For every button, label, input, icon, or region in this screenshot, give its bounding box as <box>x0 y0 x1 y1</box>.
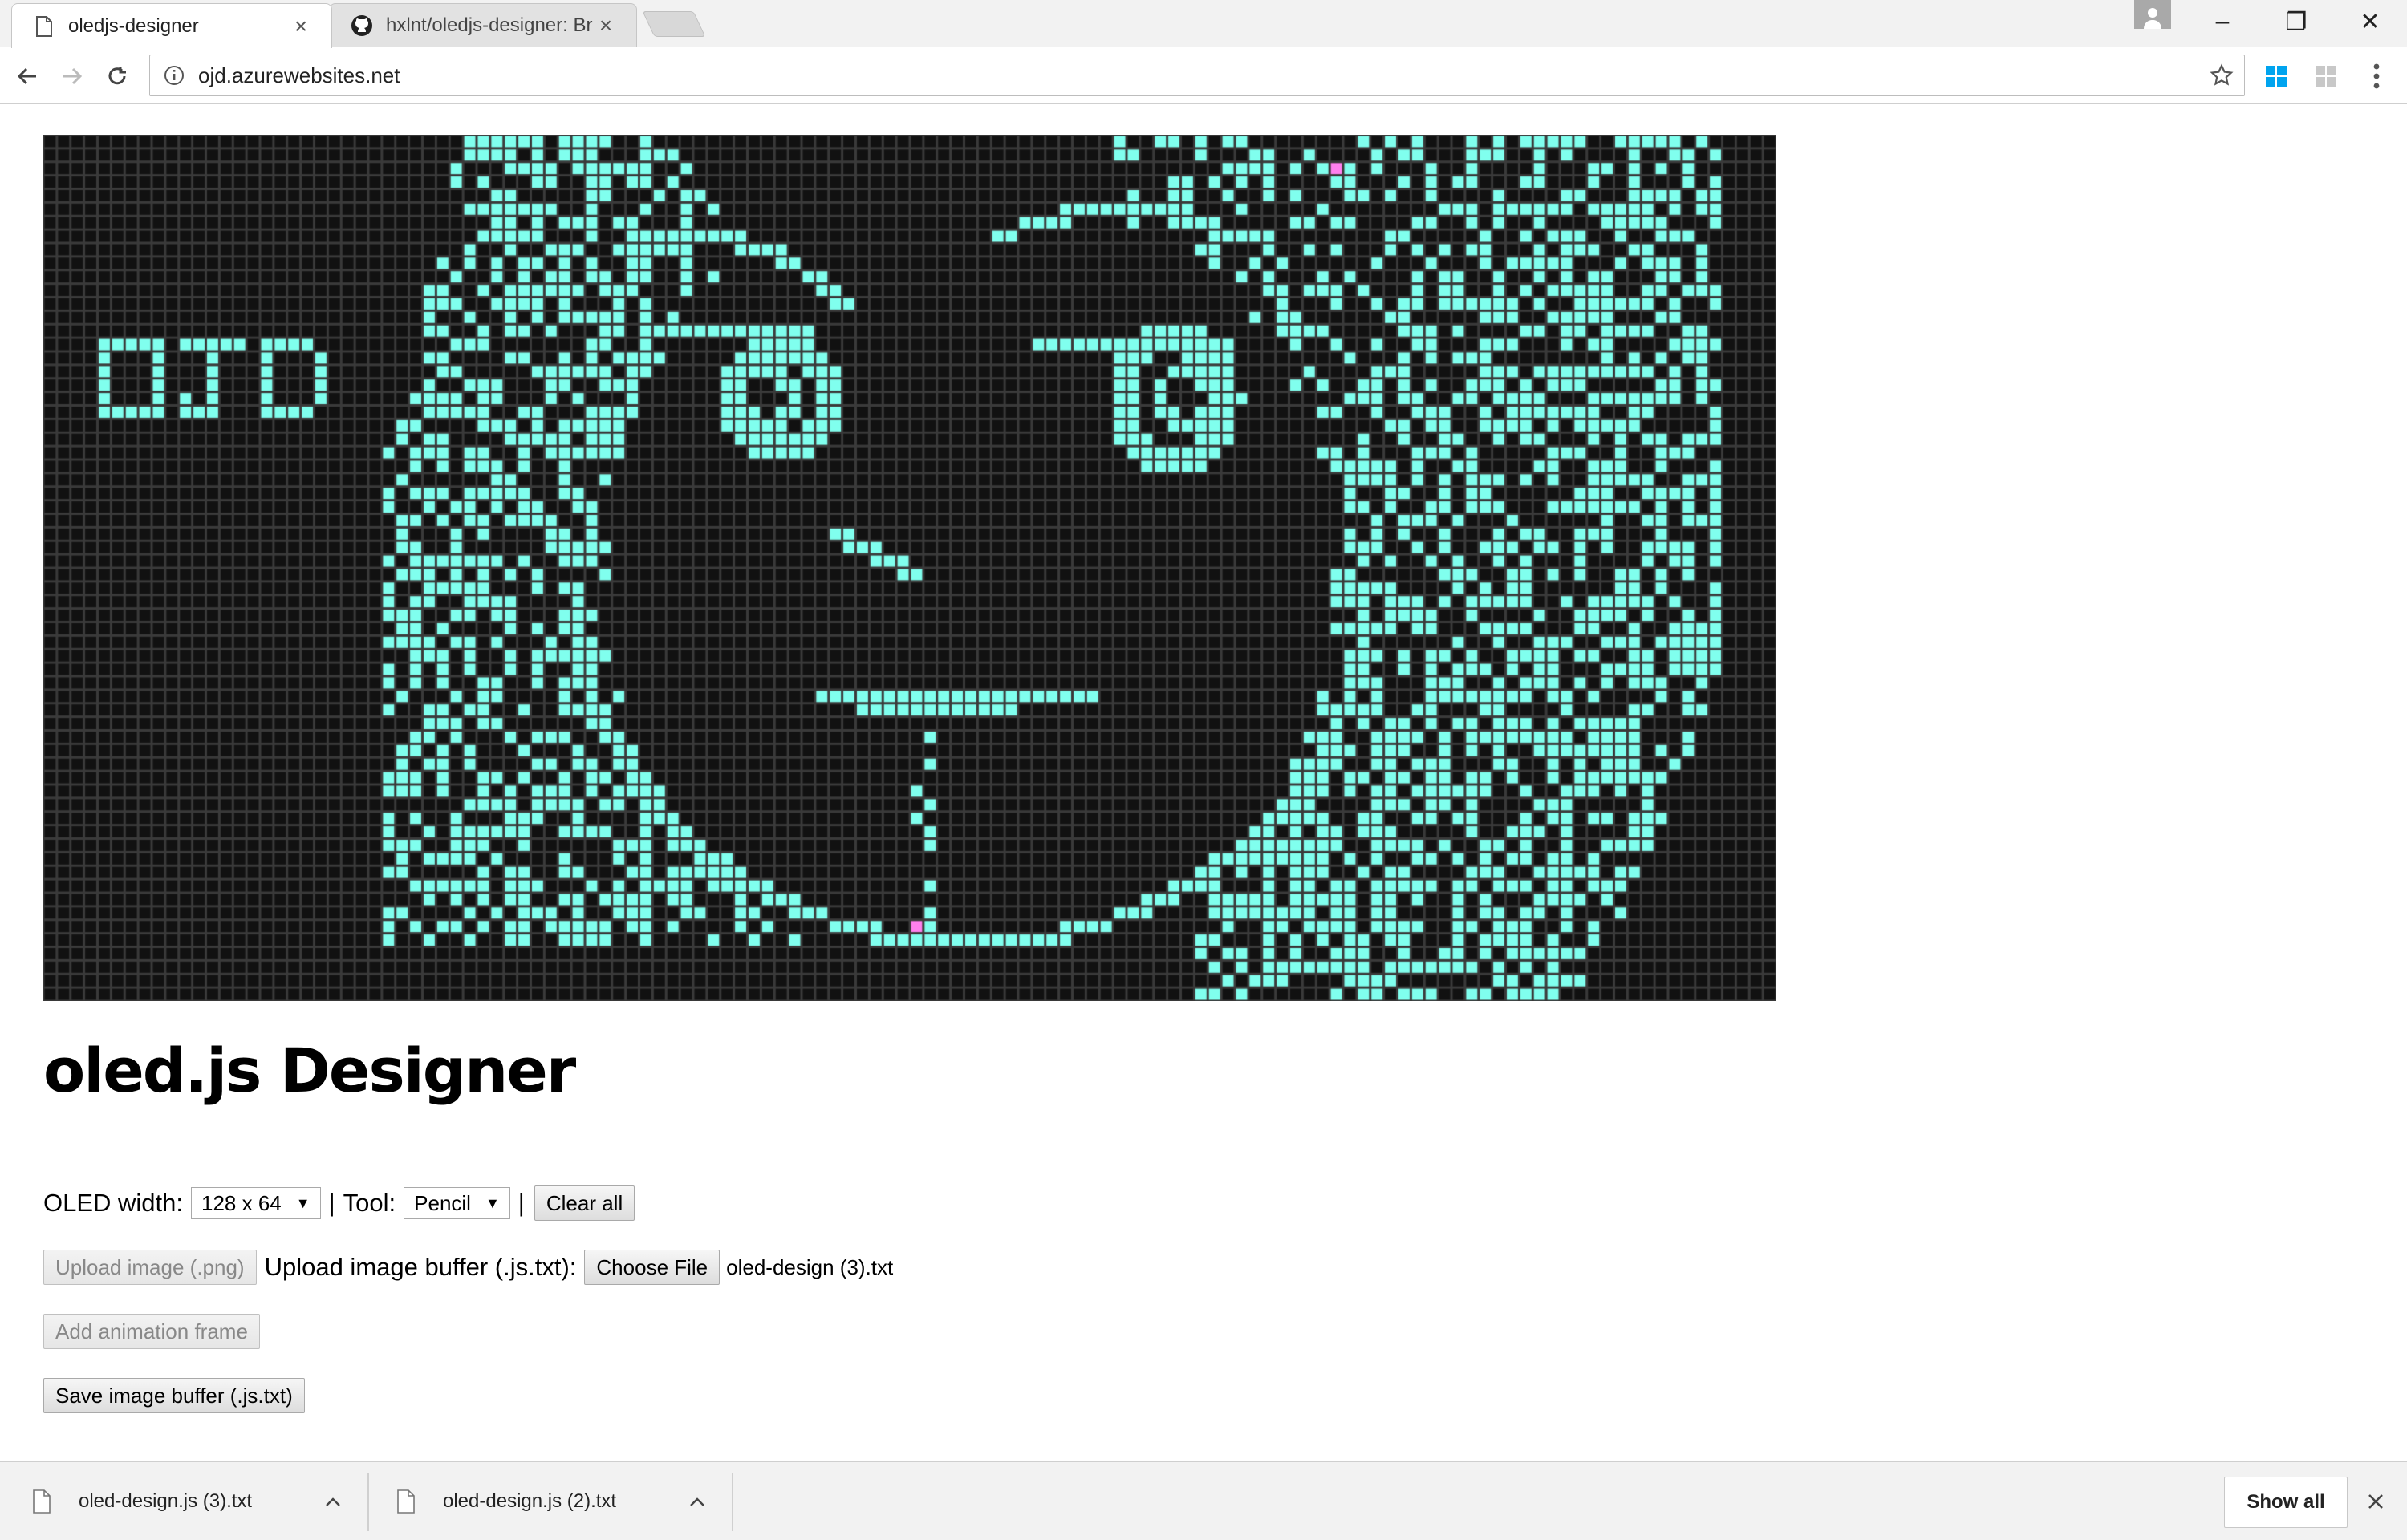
browser-toolbar: ojd.azurewebsites.net <box>0 47 2407 104</box>
page-icon <box>33 15 55 38</box>
file-icon <box>397 1489 415 1514</box>
tool-select[interactable]: Pencil ▼ <box>404 1187 510 1219</box>
animation-row: Add animation frame <box>43 1314 260 1349</box>
tab-title: hxlnt/oledjs-designer: Br <box>386 14 593 36</box>
save-row: Save image buffer (.js.txt) <box>43 1378 305 1413</box>
page-title: oled.js Designer <box>43 1035 576 1106</box>
chevron-up-icon[interactable] <box>321 1489 345 1514</box>
download-shelf: oled-design.js (3).txt oled-design.js (2… <box>0 1461 2407 1540</box>
tab-github-repo[interactable]: hxlnt/oledjs-designer: Br × <box>329 3 637 47</box>
tab-strip: oledjs-designer × hxlnt/oledjs-designer:… <box>0 0 2407 48</box>
back-button[interactable] <box>8 57 47 95</box>
oled-width-label: OLED width: <box>43 1189 184 1217</box>
address-bar[interactable]: ojd.azurewebsites.net <box>149 55 2245 96</box>
separator: | <box>518 1189 525 1217</box>
clear-all-button[interactable]: Clear all <box>534 1185 635 1221</box>
save-image-buffer-button[interactable]: Save image buffer (.js.txt) <box>43 1378 305 1413</box>
grid-extension-icon[interactable] <box>2311 61 2341 91</box>
bookmark-star-icon[interactable] <box>2199 63 2244 87</box>
download-file-name: oled-design.js (2).txt <box>443 1490 617 1512</box>
close-tab-icon[interactable]: × <box>290 14 312 38</box>
close-tab-icon[interactable]: × <box>595 14 617 37</box>
windows-extension-icon[interactable] <box>2261 61 2291 91</box>
choose-file-button[interactable]: Choose File <box>584 1250 720 1285</box>
divider <box>732 1473 733 1531</box>
url-text[interactable]: ojd.azurewebsites.net <box>198 63 2199 88</box>
download-file-name: oled-design.js (3).txt <box>79 1490 253 1512</box>
browser-menu-icon[interactable] <box>2360 59 2393 94</box>
close-window-button[interactable]: ✕ <box>2333 0 2407 43</box>
minimize-button[interactable]: – <box>2186 0 2259 43</box>
tab-title: oledjs-designer <box>68 14 199 37</box>
chevron-up-icon[interactable] <box>685 1489 709 1514</box>
github-icon <box>351 14 373 37</box>
show-all-button[interactable]: Show all <box>2224 1477 2348 1528</box>
close-shelf-icon[interactable] <box>2360 1486 2391 1517</box>
forward-button[interactable] <box>53 57 91 95</box>
tab-oledjs-designer[interactable]: oledjs-designer × <box>11 3 332 48</box>
download-item[interactable]: oled-design.js (2).txt <box>396 1473 709 1530</box>
window-controls: – ❐ ✕ <box>2186 0 2407 43</box>
file-icon <box>33 1489 51 1514</box>
restore-button[interactable]: ❐ <box>2259 0 2333 43</box>
upload-png-button[interactable]: Upload image (.png) <box>43 1250 257 1285</box>
new-tab-button[interactable] <box>642 11 706 37</box>
chosen-file-name: oled-design (3).txt <box>726 1254 894 1279</box>
oled-width-value: 128 x 64 <box>201 1190 282 1215</box>
info-icon[interactable] <box>150 65 198 86</box>
tool-value: Pencil <box>414 1190 471 1215</box>
divider <box>367 1473 369 1531</box>
separator: | <box>328 1189 335 1217</box>
tool-label: Tool: <box>343 1189 396 1217</box>
oled-canvas[interactable] <box>43 135 1776 1001</box>
settings-row: OLED width: 128 x 64 ▼ | Tool: Pencil ▼ … <box>43 1185 635 1221</box>
reload-button[interactable] <box>98 57 136 95</box>
dropdown-caret-icon: ▼ <box>295 1194 311 1211</box>
reload-icon <box>108 67 126 85</box>
upload-buffer-label: Upload image buffer (.js.txt): <box>264 1253 577 1281</box>
download-item[interactable]: oled-design.js (3).txt <box>32 1473 345 1530</box>
dropdown-caret-icon: ▼ <box>485 1194 500 1211</box>
upload-row: Upload image (.png) Upload image buffer … <box>43 1250 893 1285</box>
add-animation-frame-button[interactable]: Add animation frame <box>43 1314 260 1349</box>
oled-width-select[interactable]: 128 x 64 ▼ <box>191 1187 321 1219</box>
profile-icon[interactable] <box>2134 0 2171 29</box>
forward-arrow-icon <box>63 67 83 85</box>
back-arrow-icon <box>17 67 36 85</box>
